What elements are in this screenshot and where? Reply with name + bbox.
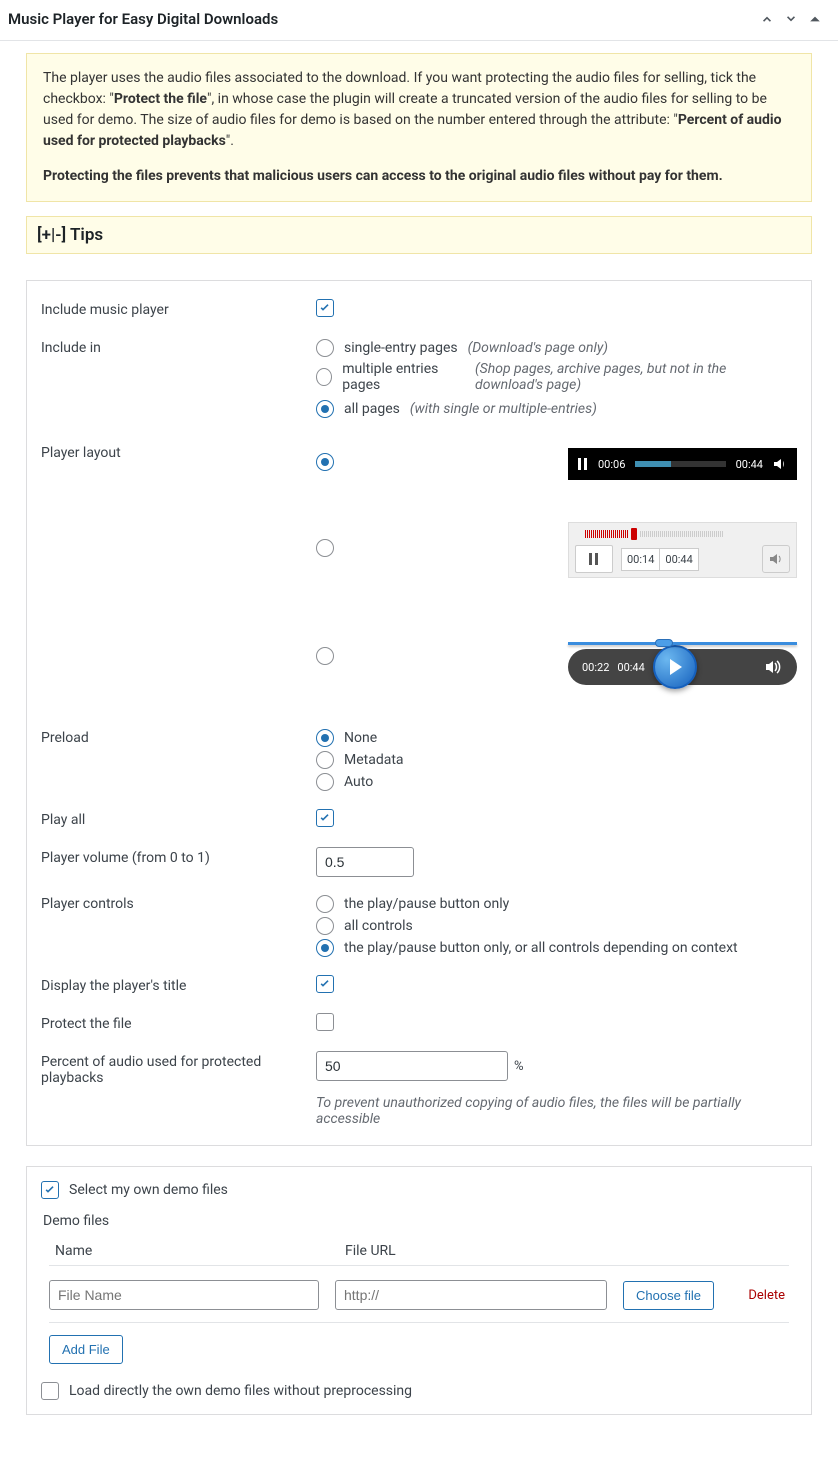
percent-label: Percent of audio used for protected play… bbox=[41, 1051, 316, 1086]
notice-bold: Protect the file bbox=[114, 91, 207, 107]
preload-metadata-radio[interactable] bbox=[316, 751, 334, 769]
load-direct-label: Load directly the own demo files without… bbox=[69, 1383, 412, 1399]
demo-head-name: Name bbox=[55, 1243, 345, 1259]
demo-files-label: Demo files bbox=[41, 1199, 797, 1237]
add-file-button[interactable]: Add File bbox=[49, 1335, 123, 1364]
demo-name-input[interactable] bbox=[49, 1280, 319, 1310]
protect-checkbox[interactable] bbox=[316, 1013, 334, 1031]
include-player-label: Include music player bbox=[41, 299, 316, 318]
controls-all-radio[interactable] bbox=[316, 917, 334, 935]
percent-desc: To prevent unauthorized copying of audio… bbox=[316, 1081, 797, 1127]
load-direct-checkbox[interactable] bbox=[41, 1382, 59, 1400]
play-all-label: Play all bbox=[41, 809, 316, 828]
player-skin-3-preview: 00:22 00:44 bbox=[568, 630, 797, 685]
speaker-icon bbox=[762, 545, 790, 573]
tips-label: Tips bbox=[70, 225, 103, 245]
layout-skin3-radio[interactable] bbox=[316, 647, 334, 665]
panel-title: Music Player for Easy Digital Downloads bbox=[8, 10, 278, 28]
demo-url-input[interactable] bbox=[335, 1280, 607, 1310]
chevron-down-icon[interactable] bbox=[783, 11, 799, 27]
play-all-checkbox[interactable] bbox=[316, 809, 334, 827]
controls-context-radio[interactable] bbox=[316, 939, 334, 957]
preload-label: Preload bbox=[41, 727, 316, 746]
speaker-icon bbox=[765, 658, 783, 676]
choose-file-button[interactable]: Choose file bbox=[623, 1281, 714, 1310]
own-demo-label: Select my own demo files bbox=[69, 1182, 228, 1198]
preload-auto-radio[interactable] bbox=[316, 773, 334, 791]
info-notice: The player uses the audio files associat… bbox=[26, 53, 812, 202]
player-layout-label: Player layout bbox=[41, 442, 316, 461]
player-skin-1-preview: 00:06 00:44 bbox=[568, 448, 797, 480]
panel-header: Music Player for Easy Digital Downloads bbox=[0, 0, 838, 41]
player-skin-2-preview: 00:14 00:44 bbox=[568, 522, 797, 578]
include-in-single-radio[interactable] bbox=[316, 339, 334, 357]
percent-unit: % bbox=[514, 1059, 524, 1074]
layout-skin1-radio[interactable] bbox=[316, 453, 334, 471]
tips-toggle-icon[interactable]: [+|-] bbox=[37, 225, 66, 245]
settings-box: Include music player Include in single-e… bbox=[26, 280, 812, 1146]
notice-text2: Protecting the files prevents that malic… bbox=[43, 168, 723, 184]
own-demo-checkbox[interactable] bbox=[41, 1181, 59, 1199]
controls-label: Player controls bbox=[41, 893, 316, 912]
include-in-multiple-radio[interactable] bbox=[316, 368, 332, 386]
display-title-label: Display the player's title bbox=[41, 975, 316, 994]
play-icon bbox=[653, 645, 697, 689]
percent-input[interactable] bbox=[316, 1051, 508, 1081]
volume-label: Player volume (from 0 to 1) bbox=[41, 847, 316, 866]
include-in-label: Include in bbox=[41, 337, 316, 356]
tips-box[interactable]: [+|-] Tips bbox=[26, 216, 812, 254]
collapse-up-icon[interactable] bbox=[807, 11, 823, 27]
demo-box: Select my own demo files Demo files Name… bbox=[26, 1166, 812, 1415]
pause-icon bbox=[578, 458, 588, 470]
include-in-all-radio[interactable] bbox=[316, 400, 334, 418]
preload-none-radio[interactable] bbox=[316, 729, 334, 747]
delete-link[interactable]: Delete bbox=[748, 1288, 789, 1303]
include-player-checkbox[interactable] bbox=[316, 299, 334, 317]
layout-skin2-radio[interactable] bbox=[316, 539, 334, 557]
demo-file-row: Choose file Delete bbox=[49, 1266, 789, 1323]
speaker-icon bbox=[773, 457, 787, 471]
demo-head-url: File URL bbox=[345, 1243, 783, 1259]
display-title-checkbox[interactable] bbox=[316, 975, 334, 993]
protect-label: Protect the file bbox=[41, 1013, 316, 1032]
volume-input[interactable] bbox=[316, 847, 414, 877]
chevron-up-icon[interactable] bbox=[759, 11, 775, 27]
pause-icon bbox=[575, 545, 613, 573]
controls-play-only-radio[interactable] bbox=[316, 895, 334, 913]
